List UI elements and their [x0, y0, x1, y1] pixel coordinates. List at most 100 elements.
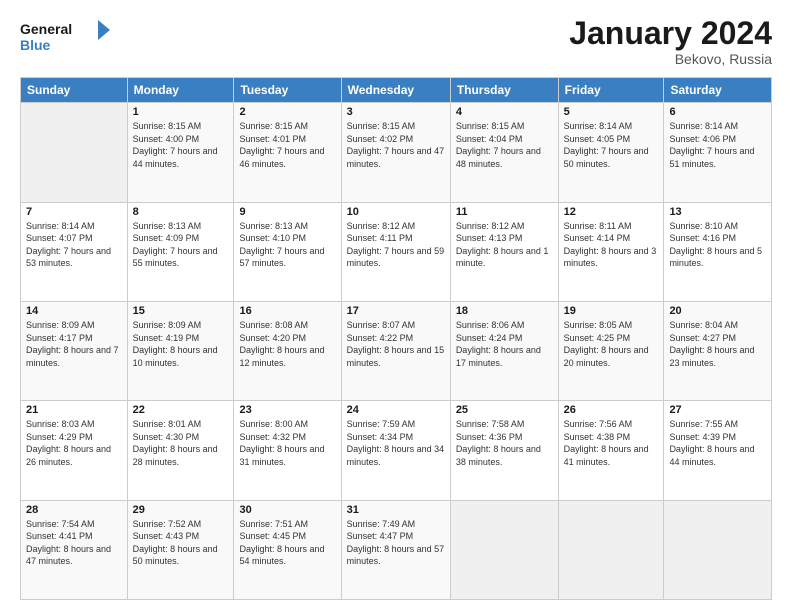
header-sunday: Sunday	[21, 78, 128, 103]
calendar-cell-w4-d1: 22 Sunrise: 8:01 AMSunset: 4:30 PMDaylig…	[127, 401, 234, 500]
day-number: 19	[564, 305, 659, 317]
day-info: Sunrise: 7:51 AMSunset: 4:45 PMDaylight:…	[239, 519, 324, 567]
calendar-cell-w3-d1: 15 Sunrise: 8:09 AMSunset: 4:19 PMDaylig…	[127, 301, 234, 400]
day-info: Sunrise: 8:13 AMSunset: 4:09 PMDaylight:…	[133, 221, 218, 269]
calendar-cell-w1-d4: 4 Sunrise: 8:15 AMSunset: 4:04 PMDayligh…	[450, 103, 558, 202]
day-number: 27	[669, 404, 766, 416]
calendar-cell-w3-d2: 16 Sunrise: 8:08 AMSunset: 4:20 PMDaylig…	[234, 301, 341, 400]
day-number: 1	[133, 106, 229, 118]
day-number: 20	[669, 305, 766, 317]
calendar-cell-w1-d2: 2 Sunrise: 8:15 AMSunset: 4:01 PMDayligh…	[234, 103, 341, 202]
location: Bekovo, Russia	[569, 51, 772, 67]
day-info: Sunrise: 7:55 AMSunset: 4:39 PMDaylight:…	[669, 419, 754, 467]
day-info: Sunrise: 8:15 AMSunset: 4:01 PMDaylight:…	[239, 121, 324, 169]
day-number: 2	[239, 106, 335, 118]
calendar-cell-w4-d3: 24 Sunrise: 7:59 AMSunset: 4:34 PMDaylig…	[341, 401, 450, 500]
page: General Blue January 2024 Bekovo, Russia…	[0, 0, 792, 612]
day-info: Sunrise: 7:49 AMSunset: 4:47 PMDaylight:…	[347, 519, 445, 567]
header-monday: Monday	[127, 78, 234, 103]
week-row-3: 14 Sunrise: 8:09 AMSunset: 4:17 PMDaylig…	[21, 301, 772, 400]
calendar-cell-w4-d4: 25 Sunrise: 7:58 AMSunset: 4:36 PMDaylig…	[450, 401, 558, 500]
calendar-cell-w5-d3: 31 Sunrise: 7:49 AMSunset: 4:47 PMDaylig…	[341, 500, 450, 599]
day-info: Sunrise: 8:03 AMSunset: 4:29 PMDaylight:…	[26, 419, 111, 467]
day-number: 11	[456, 206, 553, 218]
day-info: Sunrise: 7:58 AMSunset: 4:36 PMDaylight:…	[456, 419, 541, 467]
day-info: Sunrise: 8:06 AMSunset: 4:24 PMDaylight:…	[456, 320, 541, 368]
day-number: 4	[456, 106, 553, 118]
calendar-cell-w3-d3: 17 Sunrise: 8:07 AMSunset: 4:22 PMDaylig…	[341, 301, 450, 400]
day-info: Sunrise: 8:14 AMSunset: 4:07 PMDaylight:…	[26, 221, 111, 269]
day-info: Sunrise: 8:07 AMSunset: 4:22 PMDaylight:…	[347, 320, 445, 368]
day-info: Sunrise: 8:15 AMSunset: 4:02 PMDaylight:…	[347, 121, 445, 169]
day-info: Sunrise: 8:01 AMSunset: 4:30 PMDaylight:…	[133, 419, 218, 467]
calendar-cell-w2-d1: 8 Sunrise: 8:13 AMSunset: 4:09 PMDayligh…	[127, 202, 234, 301]
calendar-cell-w4-d6: 27 Sunrise: 7:55 AMSunset: 4:39 PMDaylig…	[664, 401, 772, 500]
day-number: 6	[669, 106, 766, 118]
day-number: 5	[564, 106, 659, 118]
header-saturday: Saturday	[664, 78, 772, 103]
day-number: 3	[347, 106, 445, 118]
week-row-5: 28 Sunrise: 7:54 AMSunset: 4:41 PMDaylig…	[21, 500, 772, 599]
day-number: 21	[26, 404, 122, 416]
day-number: 12	[564, 206, 659, 218]
header-friday: Friday	[558, 78, 664, 103]
header-thursday: Thursday	[450, 78, 558, 103]
logo-area: General Blue	[20, 16, 110, 63]
calendar-cell-w5-d6	[664, 500, 772, 599]
day-number: 14	[26, 305, 122, 317]
day-info: Sunrise: 8:12 AMSunset: 4:11 PMDaylight:…	[347, 221, 445, 269]
calendar-cell-w2-d2: 9 Sunrise: 8:13 AMSunset: 4:10 PMDayligh…	[234, 202, 341, 301]
calendar-cell-w5-d0: 28 Sunrise: 7:54 AMSunset: 4:41 PMDaylig…	[21, 500, 128, 599]
day-info: Sunrise: 7:59 AMSunset: 4:34 PMDaylight:…	[347, 419, 445, 467]
calendar-cell-w3-d5: 19 Sunrise: 8:05 AMSunset: 4:25 PMDaylig…	[558, 301, 664, 400]
svg-text:Blue: Blue	[20, 37, 51, 53]
header-wednesday: Wednesday	[341, 78, 450, 103]
day-number: 9	[239, 206, 335, 218]
day-number: 13	[669, 206, 766, 218]
calendar-cell-w4-d2: 23 Sunrise: 8:00 AMSunset: 4:32 PMDaylig…	[234, 401, 341, 500]
day-number: 28	[26, 504, 122, 516]
day-number: 10	[347, 206, 445, 218]
day-info: Sunrise: 8:08 AMSunset: 4:20 PMDaylight:…	[239, 320, 324, 368]
day-number: 16	[239, 305, 335, 317]
svg-text:General: General	[20, 21, 72, 37]
day-number: 15	[133, 305, 229, 317]
calendar-cell-w3-d4: 18 Sunrise: 8:06 AMSunset: 4:24 PMDaylig…	[450, 301, 558, 400]
day-info: Sunrise: 7:56 AMSunset: 4:38 PMDaylight:…	[564, 419, 649, 467]
day-info: Sunrise: 8:14 AMSunset: 4:06 PMDaylight:…	[669, 121, 754, 169]
week-row-1: 1 Sunrise: 8:15 AMSunset: 4:00 PMDayligh…	[21, 103, 772, 202]
calendar-cell-w5-d2: 30 Sunrise: 7:51 AMSunset: 4:45 PMDaylig…	[234, 500, 341, 599]
header-tuesday: Tuesday	[234, 78, 341, 103]
logo: General Blue	[20, 16, 110, 63]
week-row-2: 7 Sunrise: 8:14 AMSunset: 4:07 PMDayligh…	[21, 202, 772, 301]
day-number: 23	[239, 404, 335, 416]
calendar-cell-w3-d0: 14 Sunrise: 8:09 AMSunset: 4:17 PMDaylig…	[21, 301, 128, 400]
calendar-cell-w1-d0	[21, 103, 128, 202]
calendar-cell-w1-d5: 5 Sunrise: 8:14 AMSunset: 4:05 PMDayligh…	[558, 103, 664, 202]
day-number: 31	[347, 504, 445, 516]
day-info: Sunrise: 8:12 AMSunset: 4:13 PMDaylight:…	[456, 221, 549, 269]
day-info: Sunrise: 8:05 AMSunset: 4:25 PMDaylight:…	[564, 320, 649, 368]
calendar-cell-w4-d5: 26 Sunrise: 7:56 AMSunset: 4:38 PMDaylig…	[558, 401, 664, 500]
day-info: Sunrise: 7:52 AMSunset: 4:43 PMDaylight:…	[133, 519, 218, 567]
calendar-cell-w4-d0: 21 Sunrise: 8:03 AMSunset: 4:29 PMDaylig…	[21, 401, 128, 500]
day-number: 30	[239, 504, 335, 516]
day-number: 25	[456, 404, 553, 416]
day-number: 18	[456, 305, 553, 317]
week-row-4: 21 Sunrise: 8:03 AMSunset: 4:29 PMDaylig…	[21, 401, 772, 500]
calendar-table: Sunday Monday Tuesday Wednesday Thursday…	[20, 77, 772, 600]
day-info: Sunrise: 8:15 AMSunset: 4:00 PMDaylight:…	[133, 121, 218, 169]
day-info: Sunrise: 8:09 AMSunset: 4:19 PMDaylight:…	[133, 320, 218, 368]
day-number: 7	[26, 206, 122, 218]
weekday-header-row: Sunday Monday Tuesday Wednesday Thursday…	[21, 78, 772, 103]
calendar-cell-w2-d5: 12 Sunrise: 8:11 AMSunset: 4:14 PMDaylig…	[558, 202, 664, 301]
calendar-cell-w5-d1: 29 Sunrise: 7:52 AMSunset: 4:43 PMDaylig…	[127, 500, 234, 599]
calendar-cell-w3-d6: 20 Sunrise: 8:04 AMSunset: 4:27 PMDaylig…	[664, 301, 772, 400]
calendar-cell-w2-d4: 11 Sunrise: 8:12 AMSunset: 4:13 PMDaylig…	[450, 202, 558, 301]
day-number: 24	[347, 404, 445, 416]
day-number: 26	[564, 404, 659, 416]
day-info: Sunrise: 8:11 AMSunset: 4:14 PMDaylight:…	[564, 221, 657, 269]
day-info: Sunrise: 8:00 AMSunset: 4:32 PMDaylight:…	[239, 419, 324, 467]
calendar-cell-w2-d3: 10 Sunrise: 8:12 AMSunset: 4:11 PMDaylig…	[341, 202, 450, 301]
day-info: Sunrise: 8:13 AMSunset: 4:10 PMDaylight:…	[239, 221, 324, 269]
